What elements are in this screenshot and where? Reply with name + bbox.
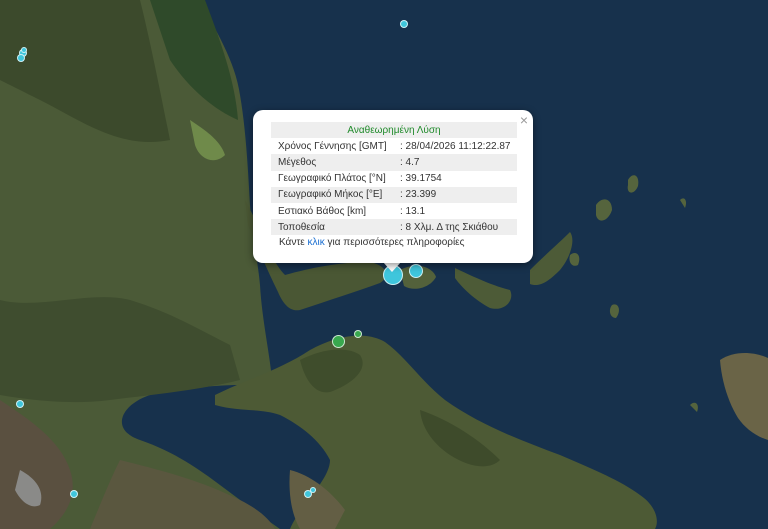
earthquake-marker-north-sea[interactable] (400, 20, 408, 28)
earthquake-marker-evia-north[interactable] (331, 334, 345, 348)
earthquake-info-table: Αναθεωρημένη Λύση Χρόνος Γέννησης [GMT]:… (271, 122, 517, 236)
earthquake-marker-evia-north-2[interactable] (354, 330, 362, 338)
origin-time-label: Χρόνος Γέννησης [GMT] (271, 138, 393, 155)
earthquake-marker-west-2[interactable] (17, 54, 25, 62)
earthquake-marker-south-3[interactable] (310, 487, 316, 493)
depth-value: : 13.1 (393, 202, 517, 220)
latitude-value: : 39.1754 (393, 170, 517, 187)
earthquake-marker-south-1[interactable] (70, 490, 78, 498)
magnitude-value: : 4.7 (393, 154, 517, 171)
location-value: : 8 Χλμ. Δ της Σκιάθου (393, 219, 517, 236)
more-info-prefix: Κάντε (279, 237, 308, 248)
close-icon[interactable]: × (520, 112, 528, 128)
longitude-value: : 23.399 (393, 186, 517, 203)
longitude-label: Γεωγραφικό Μήκος [°E] (271, 186, 393, 203)
latitude-label: Γεωγραφικό Πλάτος [°N] (271, 170, 393, 187)
magnitude-label: Μέγεθος (271, 154, 393, 171)
earthquake-marker-west-3[interactable] (21, 47, 27, 53)
depth-label: Εστιακό Βάθος [km] (271, 202, 393, 220)
popup-header: Αναθεωρημένη Λύση (271, 122, 517, 139)
earthquake-marker-skiathos[interactable] (409, 264, 423, 278)
popup-tip (383, 262, 401, 272)
location-label: Τοποθεσία (271, 219, 393, 236)
more-info-text: Κάντε κλικ για περισσότερες πληροφορίες (279, 237, 464, 248)
more-info-suffix: για περισσότερες πληροφορίες (324, 237, 465, 248)
earthquake-marker-sw[interactable] (16, 400, 24, 408)
earthquake-info-popup: × Αναθεωρημένη Λύση Χρόνος Γέννησης [GMT… (253, 110, 533, 263)
more-info-link[interactable]: κλικ (308, 237, 325, 248)
origin-time-value: : 28/04/2026 11:12:22.87 (393, 138, 517, 155)
